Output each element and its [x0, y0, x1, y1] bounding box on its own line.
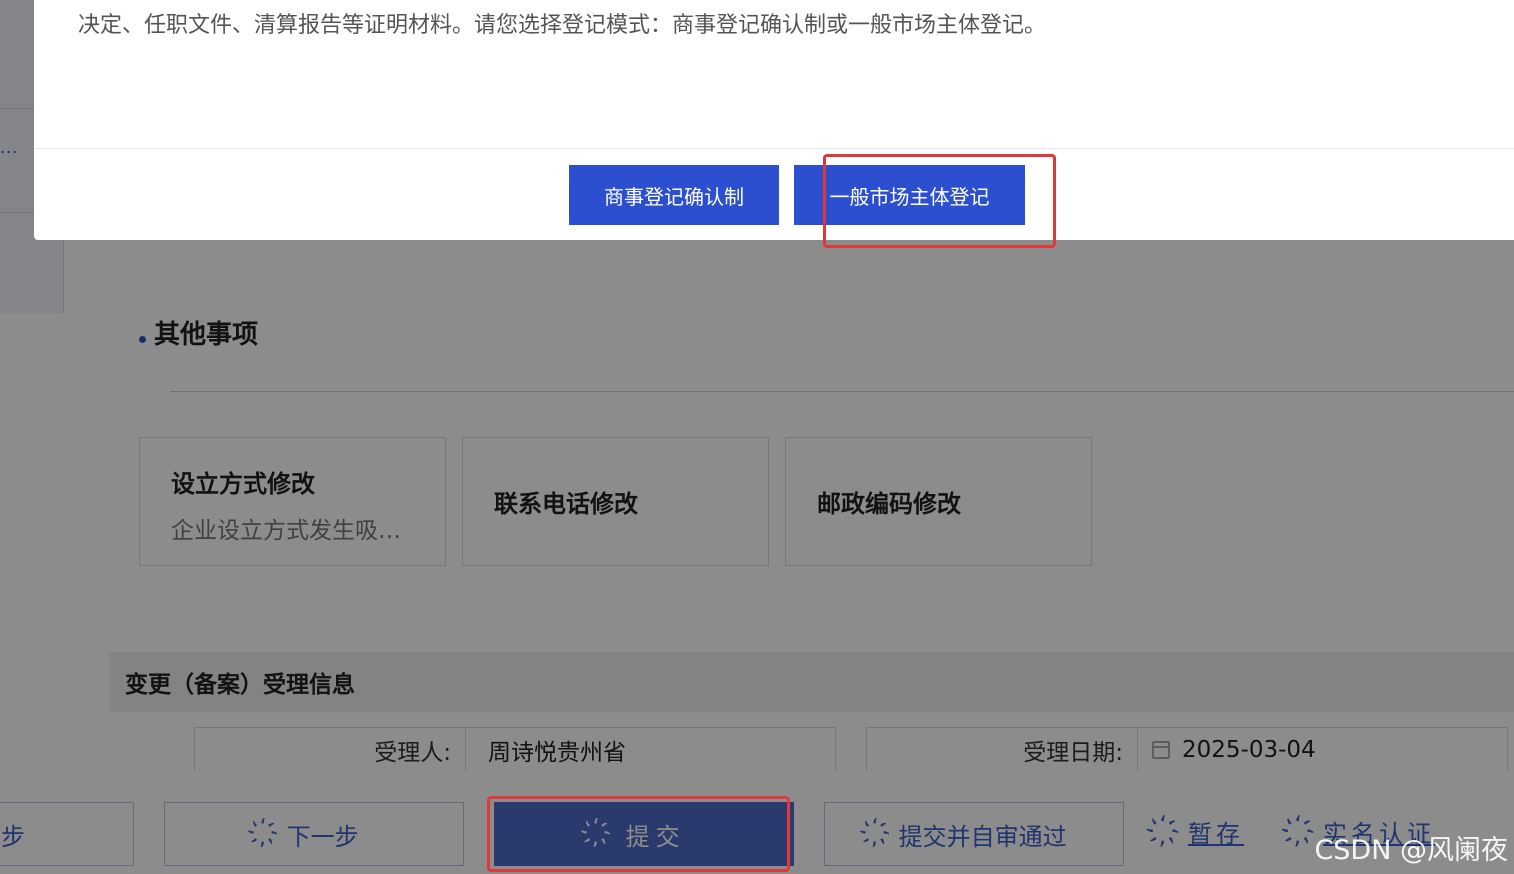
watermark: CSDN @风阑夜 — [1314, 835, 1508, 866]
register-mode-dialog: 决定、任职文件、清算报告等证明材料。请您选择登记模式：商事登记确认制或一般市场主… — [34, 0, 1514, 240]
dialog-message: 决定、任职文件、清算报告等证明材料。请您选择登记模式：商事登记确认制或一般市场主… — [78, 13, 1047, 38]
general-registration-button[interactable]: 一般市场主体登记 — [794, 165, 1025, 225]
dialog-divider — [34, 148, 1514, 149]
confirm-registration-button[interactable]: 商事登记确认制 — [569, 165, 779, 225]
